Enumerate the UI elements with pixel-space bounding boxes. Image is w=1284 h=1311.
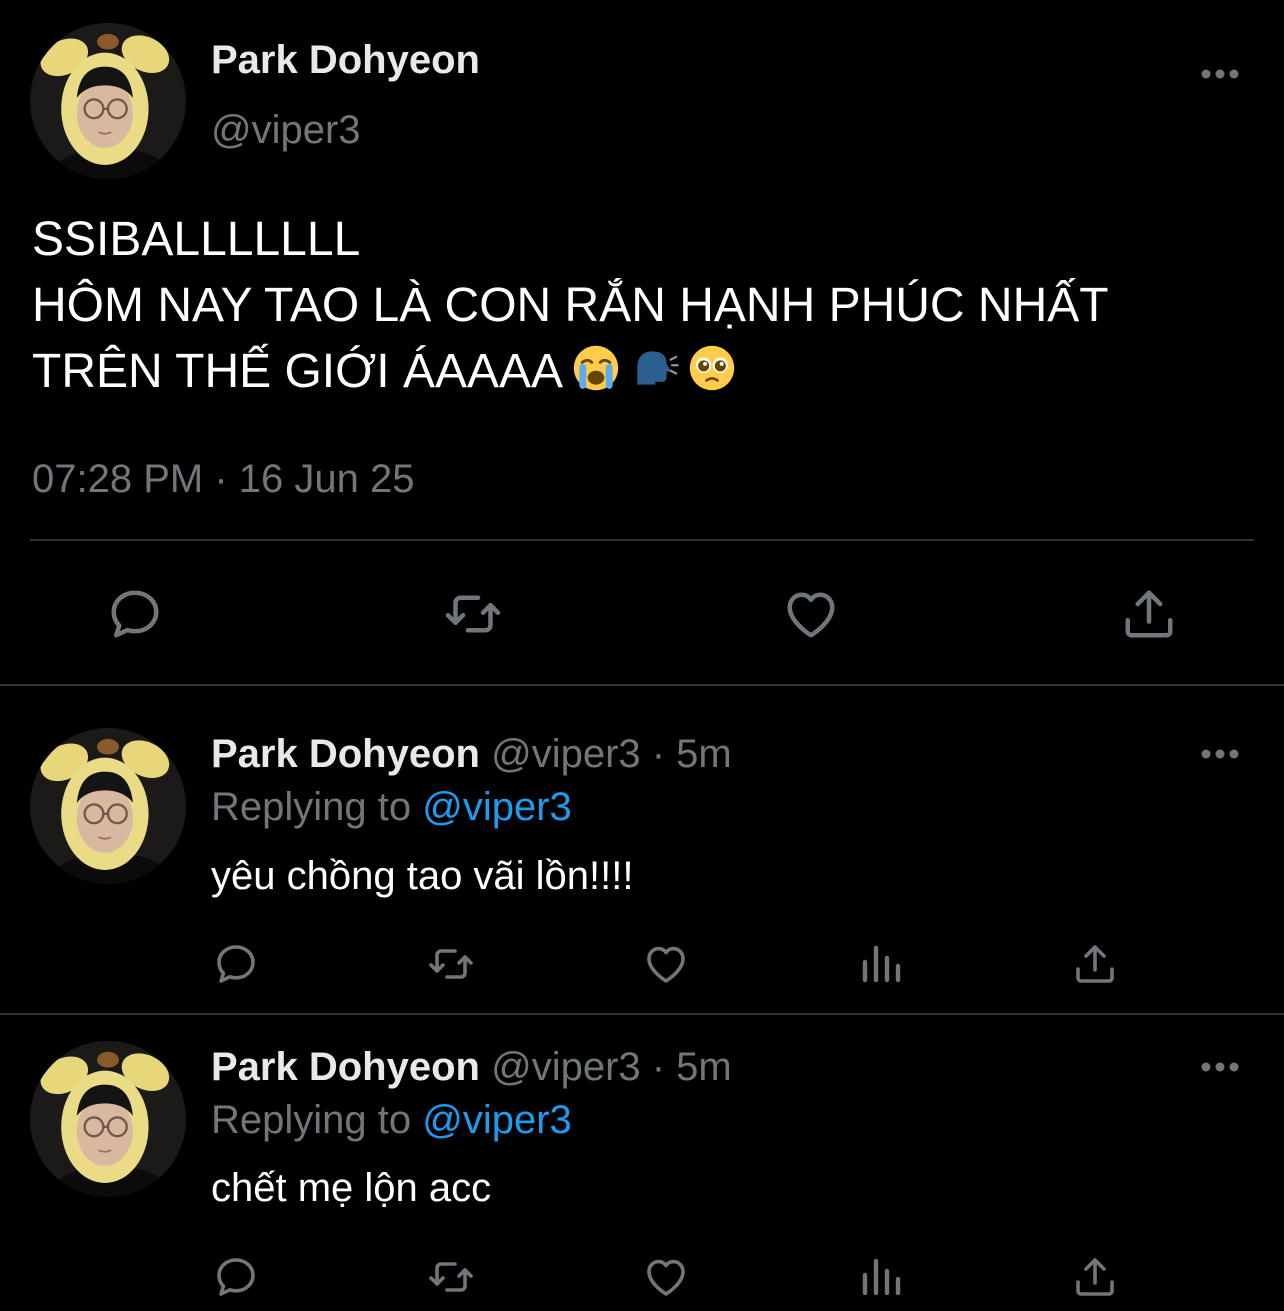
share-icon[interactable] — [1071, 940, 1119, 988]
reply-header: Park Dohyeon @viper3 · 5m — [211, 732, 732, 777]
reply-tweet[interactable]: Park Dohyeon @viper3 · 5m Replying to @v… — [0, 686, 1284, 1014]
reply-header: Park Dohyeon @viper3 · 5m — [211, 1045, 732, 1090]
retweet-icon[interactable] — [443, 584, 503, 644]
profile-photo — [30, 1041, 186, 1197]
author-meta: @viper3 · 5m — [479, 1045, 732, 1089]
reply-icon[interactable] — [105, 584, 165, 644]
loudly-crying-face-emoji — [573, 345, 619, 391]
author-name[interactable]: Park Dohyeon — [211, 1045, 480, 1089]
main-tweet: Park Dohyeon @viper3 SSIBALLLLLLL HÔM NA… — [0, 0, 1284, 686]
tweet-thread-screen: Park Dohyeon @viper3 SSIBALLLLLLL HÔM NA… — [0, 0, 1284, 1311]
analytics-icon[interactable] — [857, 940, 905, 988]
avatar[interactable] — [30, 1041, 186, 1197]
speaking-head-emoji — [637, 351, 679, 385]
tweet-text-line-1: SSIBALLLLLLL — [32, 213, 361, 266]
pleading-face-emoji — [689, 345, 735, 391]
author-meta: @viper3 · 5m — [479, 732, 732, 776]
author-handle[interactable]: @viper3 — [211, 108, 361, 153]
mention-link[interactable]: @viper3 — [422, 785, 572, 829]
tweet-text-line-3-text: TRÊN THẾ GIỚI ÁAAAA — [32, 345, 564, 398]
more-options-icon[interactable] — [1200, 1061, 1240, 1073]
more-options-icon[interactable] — [1200, 68, 1240, 80]
avatar[interactable] — [30, 23, 186, 179]
more-options-icon[interactable] — [1200, 748, 1240, 760]
mention-link[interactable]: @viper3 — [422, 1098, 572, 1142]
retweet-icon[interactable] — [427, 1253, 475, 1301]
replying-to: Replying to @viper3 — [211, 1098, 572, 1143]
like-icon[interactable] — [642, 940, 690, 988]
replying-to-label: Replying to — [211, 785, 423, 829]
share-icon[interactable] — [1071, 1253, 1119, 1301]
reply-tweet[interactable]: Park Dohyeon @viper3 · 5m Replying to @v… — [0, 1015, 1284, 1311]
analytics-icon[interactable] — [857, 1253, 905, 1301]
author-name[interactable]: Park Dohyeon — [211, 38, 480, 83]
tweet-text-line-2: HÔM NAY TAO LÀ CON RẮN HẠNH PHÚC NHẤT — [32, 279, 1109, 332]
replying-to-label: Replying to — [211, 1098, 423, 1142]
replying-to: Replying to @viper3 — [211, 785, 572, 830]
reply-icon[interactable] — [212, 940, 260, 988]
reply-icon[interactable] — [212, 1253, 260, 1301]
like-icon[interactable] — [781, 584, 841, 644]
tweet-text: chết mẹ lộn acc — [211, 1166, 492, 1210]
author-name[interactable]: Park Dohyeon — [211, 732, 480, 776]
tweet-timestamp[interactable]: 07:28 PM · 16 Jun 25 — [32, 457, 414, 502]
retweet-icon[interactable] — [427, 940, 475, 988]
like-icon[interactable] — [642, 1253, 690, 1301]
profile-photo — [30, 728, 186, 884]
share-icon[interactable] — [1119, 584, 1179, 644]
tweet-text: SSIBALLLLLLL HÔM NAY TAO LÀ CON RẮN HẠNH… — [32, 207, 1109, 405]
tweet-text: yêu chồng tao vãi lồn!!!! — [211, 854, 634, 898]
tweet-text-line-3: TRÊN THẾ GIỚI ÁAAAA — [32, 339, 1109, 405]
avatar[interactable] — [30, 728, 186, 884]
profile-photo — [30, 23, 186, 179]
divider — [30, 539, 1254, 541]
